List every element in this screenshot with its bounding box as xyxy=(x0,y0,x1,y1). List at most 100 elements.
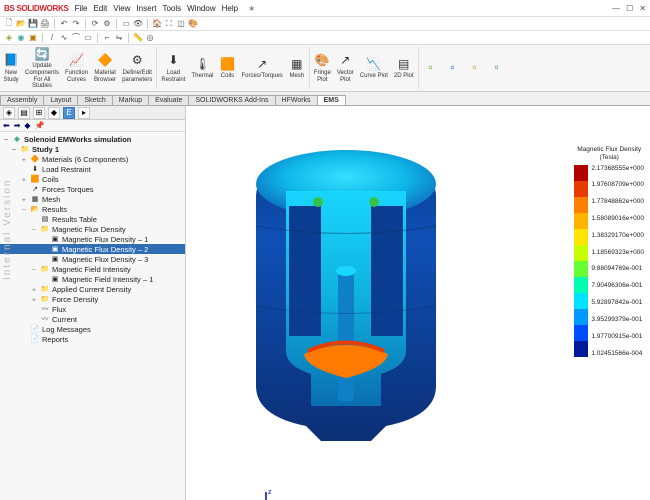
tree-tab-3[interactable]: ⊞ xyxy=(33,107,45,119)
tree-item[interactable]: +📁Applied Current Density xyxy=(0,284,185,294)
tree-item[interactable]: +🔶Materials (6 Components) xyxy=(0,154,185,164)
nav-fwd-icon[interactable]: ➡ xyxy=(14,121,21,130)
menu-file[interactable]: File xyxy=(75,4,88,13)
legend-value: 3.95299379e-001 xyxy=(591,316,644,323)
arc-icon[interactable]: ⌒ xyxy=(71,33,81,43)
ribbon-load[interactable]: ⬇Load Restraint xyxy=(158,45,188,91)
feature-tree[interactable]: −◈Solenoid EMWorks simulation −📁Study 1+… xyxy=(0,132,185,500)
ribbon-thermal[interactable]: 🌡Thermal xyxy=(188,45,216,91)
ribbon-material[interactable]: 🔶Material Browser xyxy=(91,45,119,91)
tree-item[interactable]: ▣Magnetic Flux Density – 3 xyxy=(0,254,185,264)
nav-pin-icon[interactable]: 📌 xyxy=(35,121,45,130)
fillet-icon[interactable]: ⌐ xyxy=(102,33,112,43)
rect-icon[interactable]: ▭ xyxy=(83,33,93,43)
select-icon[interactable]: ▭ xyxy=(121,19,131,29)
ribbon-extra-3[interactable]: ▫ xyxy=(464,45,486,91)
ribbon-forces[interactable]: ↗Forces/Torques xyxy=(238,45,285,91)
redo-icon[interactable]: ↷ xyxy=(71,19,81,29)
tree-root[interactable]: −◈Solenoid EMWorks simulation xyxy=(0,134,185,144)
ribbon-extra-4[interactable]: ▫ xyxy=(486,45,508,91)
menu-window[interactable]: Window xyxy=(187,4,215,13)
menu-help[interactable]: Help xyxy=(222,4,238,13)
tree-item[interactable]: +▦Mesh xyxy=(0,194,185,204)
probe-icon[interactable]: ◎ xyxy=(145,33,155,43)
line-icon[interactable]: / xyxy=(47,33,57,43)
measure-icon[interactable]: 📏 xyxy=(133,33,143,43)
rebuild-icon[interactable]: ⟳ xyxy=(90,19,100,29)
undo-icon[interactable]: ↶ xyxy=(59,19,69,29)
tree-item[interactable]: ▣Magnetic Flux Density – 2 xyxy=(0,244,185,254)
tab-evaluate[interactable]: Evaluate xyxy=(148,95,189,105)
part-icon[interactable]: ◉ xyxy=(16,33,26,43)
menu-view[interactable]: View xyxy=(113,4,130,13)
ribbon-curve-plot[interactable]: 📉Curve Plot xyxy=(357,45,391,91)
ribbon-update[interactable]: 🔄Update Components For All Studies xyxy=(22,45,62,91)
legend-value: 7.90496306e-001 xyxy=(591,282,644,289)
tab-sketch[interactable]: Sketch xyxy=(77,95,112,105)
ribbon-fringe[interactable]: 🎨Fringe Plot xyxy=(311,45,334,91)
nav-home-icon[interactable]: ◆ xyxy=(24,121,30,130)
tab-layout[interactable]: Layout xyxy=(43,95,78,105)
quick-toolbar-2: ◈ ◉ ▣ / ∿ ⌒ ▭ ⌐ ⇋ 📏 ◎ xyxy=(0,30,650,44)
tree-item[interactable]: ▤Results Table xyxy=(0,214,185,224)
ribbon-mesh[interactable]: ▦Mesh xyxy=(286,45,308,91)
home-icon[interactable]: 🏠 xyxy=(152,19,162,29)
tree-tab-1[interactable]: ◈ xyxy=(3,107,15,119)
appearance-icon[interactable]: 🎨 xyxy=(188,19,198,29)
ribbon-vector[interactable]: ↗Vector Plot xyxy=(334,45,357,91)
menu-tools[interactable]: Tools xyxy=(162,4,181,13)
maximize-icon[interactable]: ☐ xyxy=(626,4,633,13)
view-icon[interactable]: 👁 xyxy=(133,19,143,29)
viewport[interactable]: Magnetic Flux Density (Tesla) 2.17368555… xyxy=(186,106,650,500)
tree-item[interactable]: −📁Magnetic Flux Density xyxy=(0,224,185,234)
menu-insert[interactable]: Insert xyxy=(136,4,156,13)
print-icon[interactable]: 🖨 xyxy=(40,19,50,29)
ribbon-extra-2[interactable]: ▫ xyxy=(442,45,464,91)
sheet-icon[interactable]: ▣ xyxy=(28,33,38,43)
minimize-icon[interactable]: — xyxy=(612,4,620,13)
spline-icon[interactable]: ∿ xyxy=(59,33,69,43)
save-icon[interactable]: 💾 xyxy=(28,19,38,29)
ribbon-new-study[interactable]: 📘New Study xyxy=(0,45,22,91)
watermark: Internal Version xyxy=(2,179,13,281)
tree-item[interactable]: −📁Magnetic Field Intensity xyxy=(0,264,185,274)
tree-item[interactable]: 📄Reports xyxy=(0,334,185,344)
tree-item[interactable]: +📁Force Density xyxy=(0,294,185,304)
tree-item[interactable]: 〰Current xyxy=(0,314,185,324)
options-icon[interactable]: ⚙ xyxy=(102,19,112,29)
tree-item[interactable]: −📂Results xyxy=(0,204,185,214)
ribbon-2d-plot[interactable]: ▤2D Plot xyxy=(391,45,417,91)
tree-item[interactable]: ⬇Load Restraint xyxy=(0,164,185,174)
tree-item[interactable]: ↗Forces Torques xyxy=(0,184,185,194)
tree-tab-6[interactable]: ▸ xyxy=(78,107,90,119)
mirror-icon[interactable]: ⇋ xyxy=(114,33,124,43)
cube-icon[interactable]: ◈ xyxy=(4,33,14,43)
tab-assembly[interactable]: Assembly xyxy=(0,95,44,105)
tree-item[interactable]: +🟧Coils xyxy=(0,174,185,184)
new-icon[interactable]: 🗋 xyxy=(4,19,14,29)
ribbon-params[interactable]: ⚙Define/Edit parameters xyxy=(119,45,155,91)
tree-item[interactable]: 📄Log Messages xyxy=(0,324,185,334)
legend-value: 9.88094769e-001 xyxy=(591,265,644,272)
ribbon-extra-1[interactable]: ▫ xyxy=(420,45,442,91)
tab-addins[interactable]: SOLIDWORKS Add-Ins xyxy=(188,95,275,105)
tree-tab-2[interactable]: ▤ xyxy=(18,107,30,119)
ribbon-coils[interactable]: 🟧Coils xyxy=(216,45,238,91)
nav-back-icon[interactable]: ⬅ xyxy=(3,121,10,130)
tab-hfworks[interactable]: HFWorks xyxy=(275,95,318,105)
tab-ems[interactable]: EMS xyxy=(317,95,346,105)
tab-markup[interactable]: Markup xyxy=(112,95,149,105)
close-icon[interactable]: ✕ xyxy=(639,4,646,13)
tree-item[interactable]: ▣Magnetic Flux Density – 1 xyxy=(0,234,185,244)
tree-item[interactable]: ▣Magnetic Field Intensity – 1 xyxy=(0,274,185,284)
tree-tab-ems[interactable]: E xyxy=(63,107,75,119)
tree-tab-4[interactable]: ◆ xyxy=(48,107,60,119)
tree-item[interactable]: −📁Study 1 xyxy=(0,144,185,154)
zoom-fit-icon[interactable]: ⛶ xyxy=(164,19,174,29)
ribbon-curves[interactable]: 📈Function Curves xyxy=(62,45,91,91)
tree-item[interactable]: 〰Flux xyxy=(0,304,185,314)
section-icon[interactable]: ◫ xyxy=(176,19,186,29)
app-logo: BS SOLIDWORKS xyxy=(4,4,69,13)
open-icon[interactable]: 📂 xyxy=(16,19,26,29)
menu-edit[interactable]: Edit xyxy=(93,4,107,13)
